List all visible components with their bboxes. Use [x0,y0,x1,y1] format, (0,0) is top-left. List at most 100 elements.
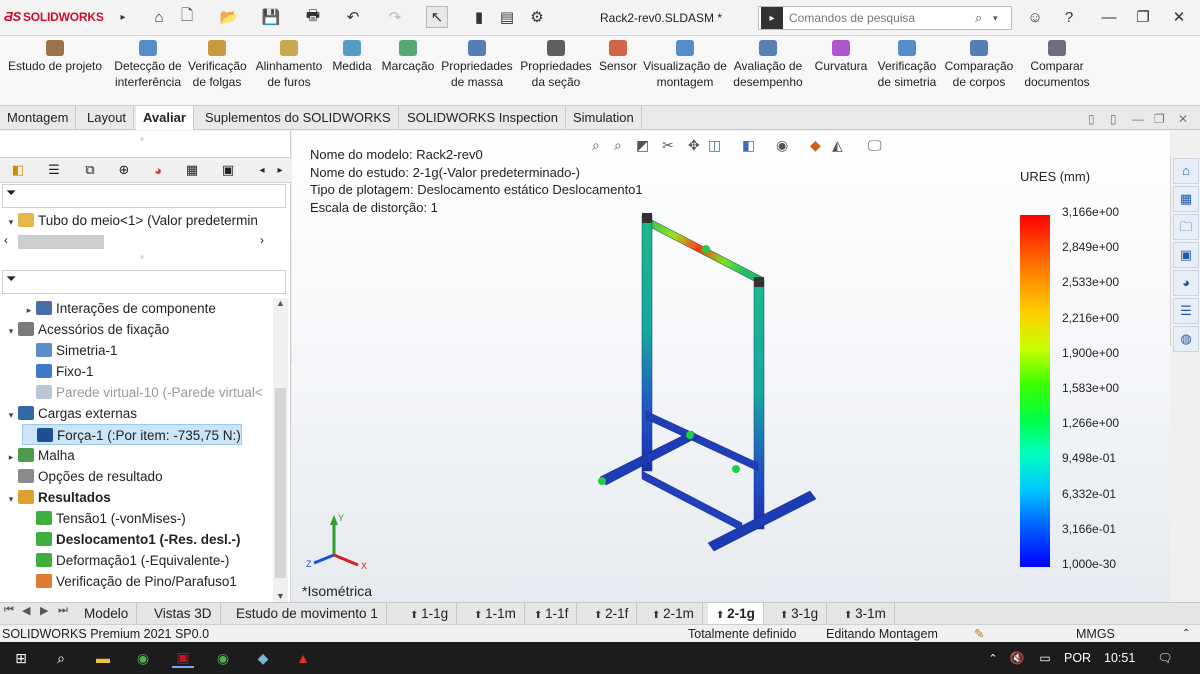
close-icon[interactable]: ✕ [1168,6,1190,28]
ribbon-performance-button[interactable]: Avaliação de desempenho [732,40,804,90]
vertical-scrollbar[interactable]: ▲ ▼ [273,298,288,603]
home-pane-icon[interactable]: ⌂ [1173,158,1199,184]
tree-item[interactable]: Deformação1 (-Equivalente-) [22,550,229,571]
expand-arrow-icon[interactable]: ▾ [4,321,18,342]
user-icon[interactable]: ☺ [1024,6,1046,28]
solidworks-taskbar-icon[interactable]: ▣ [172,648,194,668]
edit-appearance-icon[interactable]: ◆ [810,137,821,154]
dynamic-annotation-icon[interactable]: ✥ [688,137,700,154]
design-library-icon[interactable]: ▦ [1173,186,1199,212]
close-viewport-icon[interactable]: ✕ [1178,112,1188,126]
gear-icon[interactable]: ⚙ [526,6,548,28]
chrome-2-icon[interactable]: ◉ [212,648,234,668]
minimize-viewport-icon[interactable]: — [1132,112,1144,126]
acrobat-icon[interactable]: ▲ [292,648,314,668]
minimize-icon[interactable]: — [1098,6,1120,28]
tree-item[interactable]: Parede virtual-10 (-Parede virtual< [22,382,263,403]
cam-icon[interactable]: ▦ [178,160,206,180]
dimxpert-icon[interactable]: ⊕ [110,160,138,180]
save-icon[interactable]: 💾 [260,6,282,28]
tree-item[interactable]: ▸ Malha [4,445,75,466]
solidworks-logo[interactable]: ƋS SOLIDWORKS [4,9,104,24]
horizontal-scrollbar-thumb[interactable] [18,235,104,249]
tree-item[interactable]: Opções de resultado [4,466,163,487]
unit-system[interactable]: MMGS [1076,625,1115,643]
restore2-icon[interactable]: ❐ [1154,112,1165,126]
tree-item[interactable]: ▸ Interações de componente [22,298,216,319]
ribbon-compare-bodies-button[interactable]: Comparação de corpos [942,40,1016,90]
ribbon-design-study-button[interactable]: Estudo de projeto [6,40,104,74]
expand-arrow-icon[interactable]: ▸ [22,300,36,321]
tray-chevron-icon[interactable]: ⌃ [982,648,1004,668]
app-icon[interactable]: ◆ [252,648,274,668]
chrome-icon[interactable]: ◉ [132,648,154,668]
appearances-icon[interactable]: ◕ [1173,270,1199,296]
new-document-icon[interactable]: 🗋 [176,6,198,28]
zoom-area-icon[interactable]: ⌕ [614,137,622,154]
ribbon-mass-props-button[interactable]: Propriedades de massa [440,40,514,90]
view-palette-icon[interactable]: ▣ [1173,242,1199,268]
chevron-right-icon[interactable]: ▸ [112,6,134,28]
rack-model-plot[interactable] [582,201,822,561]
bottom-tab-3-1m[interactable]: ⬆ 3-1m [836,603,895,625]
bottom-tab-2-1f[interactable]: ⬆ 2-1f [586,603,638,625]
bottom-tab-modelo[interactable]: Modelo [76,603,138,625]
tree-item[interactable]: ▾ Resultados [4,487,111,508]
ribbon-assembly-viz-button[interactable]: Visualização de montagem [642,40,728,90]
tab-last-icon[interactable]: ⏭ [58,604,68,617]
expand-arrow-icon[interactable]: ▾ [4,405,18,426]
ribbon-curvature-button[interactable]: Curvatura [812,40,870,74]
bottom-tab-1-1g[interactable]: ⬆ 1-1g [402,603,458,625]
tab-first-icon[interactable]: ⏮ [4,604,14,617]
command-search[interactable]: ▸ Comandos de pesquisa ⌕ ▾ [758,6,1012,30]
scroll-up-icon[interactable]: ▲ [273,298,288,308]
display-manager-icon[interactable]: ◕ [144,160,172,180]
ribbon-clearance-button[interactable]: Verificação de folgas [188,40,247,90]
tile-icon[interactable]: ▯ [1110,112,1117,126]
select-icon[interactable]: ↖ [426,6,448,28]
bottom-tab-vistas-3d[interactable]: Vistas 3D [146,603,221,625]
tab-montagem[interactable]: Montagem [0,106,77,130]
ribbon-markup-button[interactable]: Marcação [380,40,436,74]
ribbon-section-props-button[interactable]: Propriedades da seção [518,40,594,90]
tree-item[interactable]: Força-1 (:Por item: -735,75 N:) [22,424,242,445]
scroll-left-arrow-icon[interactable]: ‹ [4,233,8,247]
view-settings-icon[interactable]: 🖵 [868,137,882,154]
zoom-to-fit-icon[interactable]: ⌕ [592,137,600,154]
tree-item[interactable]: ▾ Cargas externas [4,403,137,424]
redo-icon[interactable]: ↷ [384,6,406,28]
print-icon[interactable]: 🖶 [302,6,324,28]
tab-avaliar[interactable]: Avaliar [136,106,194,130]
ribbon-sensor-button[interactable]: Sensor [598,40,638,74]
expand-arrow-icon[interactable]: ▸ [4,447,18,468]
splitter-grip-icon[interactable]: ° [140,255,144,266]
filter-input-bottom[interactable]: ⏷ [2,270,286,294]
tab-suplementos-do-solidworks[interactable]: Suplementos do SOLIDWORKS [198,106,399,130]
configuration-icon[interactable]: ⧉ [76,160,104,180]
ribbon-symmetry-button[interactable]: Verificação de simetria [876,40,938,90]
expand-arrow-icon[interactable]: ▾ [4,489,18,510]
feature-tree-icon[interactable]: ◧ [4,160,32,180]
graphics-area[interactable]: Nome do modelo: Rack2-rev0 Nome do estud… [292,131,1170,602]
bottom-tab-1-1f[interactable]: ⬆ 1-1f [526,603,578,625]
panel-grip-icon[interactable]: ° [140,137,144,148]
open-icon[interactable]: 📂 [218,6,240,28]
file-properties-icon[interactable]: ▤ [496,6,518,28]
scrollbar-thumb[interactable] [275,388,286,578]
volume-muted-icon[interactable]: 🔇 [1006,648,1028,668]
tab-simulation[interactable]: Simulation [566,106,642,130]
bottom-tab-2-1g[interactable]: ⬆ 2-1g [708,603,764,625]
notifications-icon[interactable]: 🗨 [1154,648,1176,668]
bottom-tab-estudo-de-movimento-1[interactable]: Estudo de movimento 1 [228,603,387,625]
help-icon[interactable]: ? [1058,6,1080,28]
tree-item[interactable]: Verificação de Pino/Parafuso1 [22,571,237,592]
tab-solidworks-inspection[interactable]: SOLIDWORKS Inspection [400,106,566,130]
traffic-light-icon[interactable]: ▮ [468,6,490,28]
tree-item[interactable]: Fixo-1 [22,361,94,382]
scenes-icon[interactable]: ◭ [832,137,843,154]
scroll-right-arrow-icon[interactable]: › [260,233,264,247]
simulation-manager-icon[interactable]: ▣ [214,160,242,180]
forum-icon[interactable]: ◍ [1173,326,1199,352]
rebuild-icon[interactable]: ✎ [974,625,984,643]
tree-item[interactable]: ▾ Acessórios de fixação [4,319,169,340]
